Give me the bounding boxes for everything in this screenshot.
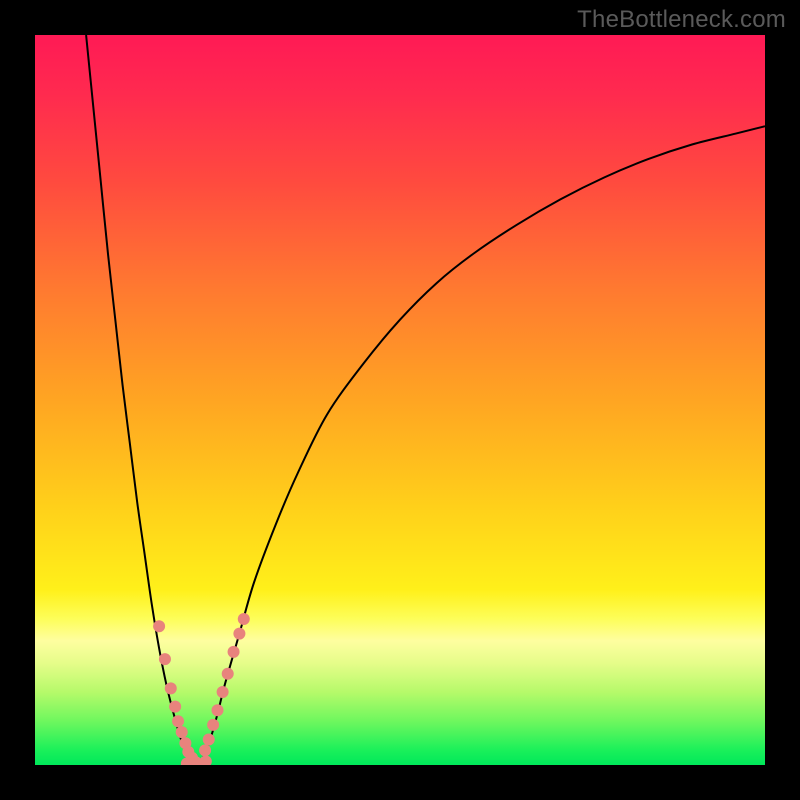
plot-area [35,35,765,765]
data-dot [228,646,240,658]
data-dots [153,613,250,765]
data-dot [169,701,181,713]
chart-svg [35,35,765,765]
data-dot [153,620,165,632]
data-dot [203,733,215,745]
data-dot [217,686,229,698]
watermark-text: TheBottleneck.com [577,6,786,34]
data-dot [233,628,245,640]
data-dot [207,719,219,731]
bottleneck-curve [86,35,765,765]
data-dot [212,704,224,716]
data-dot [199,744,211,756]
data-dot [222,668,234,680]
data-dot [238,613,250,625]
data-dot [165,682,177,694]
data-dot [200,755,212,765]
data-dot [159,653,171,665]
chart-frame: TheBottleneck.com [0,0,800,800]
data-dot [176,726,188,738]
data-dot [172,715,184,727]
